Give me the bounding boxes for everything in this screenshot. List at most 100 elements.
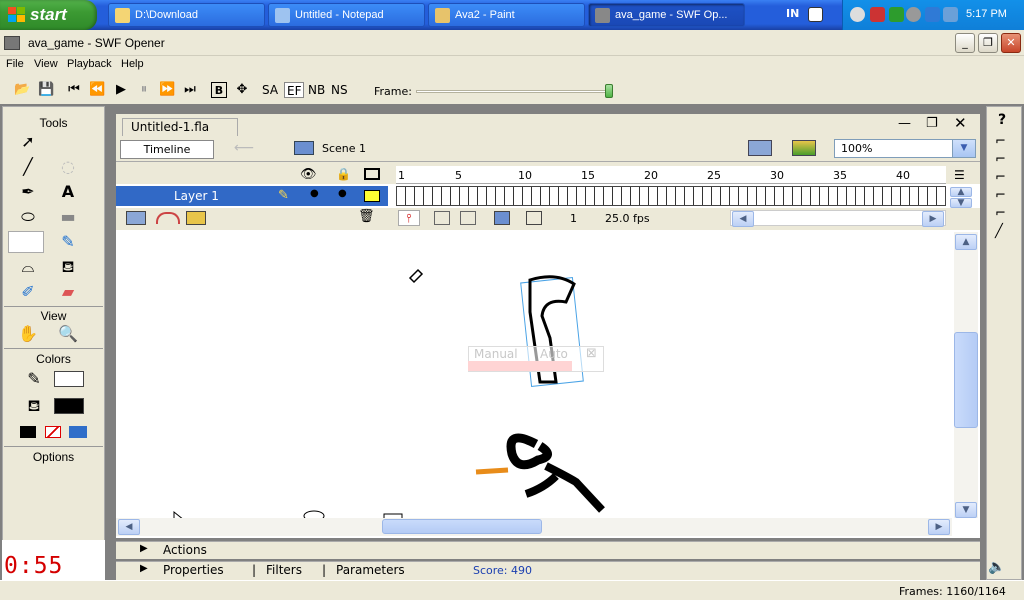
layer-color-icon[interactable]	[364, 190, 380, 202]
actions-panel[interactable]	[116, 541, 980, 559]
phone-icon[interactable]	[943, 7, 958, 22]
onion-outline-icon[interactable]	[460, 211, 476, 225]
doc-close-icon[interactable]: ✕	[954, 114, 967, 132]
antivirus-icon[interactable]	[889, 7, 904, 22]
question-icon[interactable]: ?	[998, 112, 1006, 128]
blade-icon[interactable]: ╱	[995, 224, 1003, 239]
vscroll-thumb[interactable]	[954, 332, 978, 428]
arrow-tool-icon[interactable]: ➚	[16, 131, 40, 153]
filters-tab[interactable]: Filters	[266, 563, 302, 577]
scroll-right-icon[interactable]: ▶	[928, 519, 950, 535]
text-tool-icon[interactable]: A	[56, 181, 80, 203]
rifle-icon[interactable]: ⌐	[995, 152, 1006, 167]
monitor-icon[interactable]	[925, 7, 940, 22]
pause-icon[interactable]: ⏸	[136, 82, 152, 98]
swap-colors-icon[interactable]	[69, 426, 87, 438]
fit-icon[interactable]: ✥	[234, 82, 250, 98]
close-icon[interactable]: ⊠	[586, 346, 597, 361]
zoom-tool-icon[interactable]: 🔍	[56, 323, 80, 345]
speaker-icon[interactable]: 🔈	[988, 559, 1005, 575]
nb-button[interactable]: NB	[308, 82, 325, 98]
menu-help[interactable]: Help	[121, 58, 144, 70]
lasso-tool-icon[interactable]: ◌	[56, 156, 80, 178]
timeline-menu-icon[interactable]: ☰	[954, 168, 965, 182]
document-tab[interactable]: Untitled-1.fla	[122, 118, 238, 136]
help-icon[interactable]	[808, 7, 823, 22]
edit-scene-icon[interactable]	[748, 140, 772, 156]
last-frame-icon[interactable]: ⏭	[182, 82, 198, 98]
menu-file[interactable]: File	[6, 58, 24, 70]
oval-tool-icon[interactable]: ⬭	[16, 206, 40, 228]
no-color-icon[interactable]	[45, 426, 61, 438]
app-icon[interactable]	[4, 36, 20, 50]
bookmark-icon[interactable]: B	[211, 82, 227, 98]
layer-row[interactable]	[116, 186, 388, 206]
rectangle-tool-icon[interactable]: ▬	[56, 206, 80, 228]
expand-properties-icon[interactable]: ▶	[140, 563, 148, 574]
timeline-button[interactable]: Timeline	[120, 140, 214, 159]
parameters-tab[interactable]: Parameters	[336, 563, 405, 577]
eyedropper-icon[interactable]: ✐	[16, 281, 40, 303]
shotgun-icon[interactable]: ⌐	[995, 170, 1006, 185]
ns-button[interactable]: NS	[331, 82, 348, 98]
update-icon[interactable]	[906, 7, 921, 22]
start-button[interactable]: start	[0, 0, 97, 30]
close-button[interactable]: ✕	[1001, 33, 1021, 53]
taskbar-item-download[interactable]: D:\Download	[108, 3, 265, 27]
pencil-tool-icon[interactable]	[8, 231, 44, 253]
auto-label[interactable]: Auto	[540, 347, 568, 361]
playback-mode-overlay[interactable]: Manual Auto ⊠	[468, 346, 604, 372]
edit-multiple-icon[interactable]	[494, 211, 510, 225]
menu-playback[interactable]: Playback	[67, 58, 112, 70]
scroll-up-icon[interactable]: ▲	[955, 234, 977, 250]
default-colors-icon[interactable]	[20, 426, 36, 438]
open-icon[interactable]: 📂	[14, 82, 30, 98]
edit-symbol-icon[interactable]	[792, 140, 816, 156]
save-icon[interactable]: 💾	[38, 82, 54, 98]
pen-tool-icon[interactable]: ✒	[16, 181, 40, 203]
language-indicator[interactable]: IN	[786, 7, 799, 20]
line-tool-icon[interactable]: ╱	[16, 156, 40, 178]
brush-tool-icon[interactable]: ✎	[56, 231, 80, 253]
doc-restore-icon[interactable]: ❐	[926, 116, 938, 131]
paint-bucket-icon[interactable]: ⛾	[56, 256, 80, 278]
ink-bottle-icon[interactable]: ⌓	[16, 256, 40, 278]
taskbar-item-notepad[interactable]: Untitled - Notepad	[268, 3, 425, 27]
timeline-frames[interactable]	[396, 186, 946, 206]
forward-icon[interactable]: ⏩	[159, 82, 175, 98]
ef-button[interactable]: EF	[284, 82, 305, 98]
modify-onion-icon[interactable]	[526, 211, 542, 225]
chevron-down-icon[interactable]: ▼	[952, 140, 975, 157]
timeline-hscroll[interactable]	[730, 210, 946, 226]
actions-label[interactable]: Actions	[163, 543, 207, 557]
frame-slider-track[interactable]	[416, 90, 612, 93]
insert-layer-icon[interactable]	[126, 211, 146, 225]
sa-button[interactable]: SA	[262, 82, 278, 98]
taskbar-item-paint[interactable]: Ava2 - Paint	[428, 3, 585, 27]
scroll-up-icon[interactable]: ▲	[950, 187, 972, 197]
scroll-right-icon[interactable]: ▶	[922, 211, 944, 227]
fill-color-icon[interactable]: ⛾	[22, 395, 46, 417]
clock[interactable]: 5:17 PM	[966, 8, 1007, 20]
scroll-left-icon[interactable]: ◀	[732, 211, 754, 227]
menu-view[interactable]: View	[34, 58, 58, 70]
layer-name[interactable]: Layer 1	[174, 189, 219, 203]
stroke-color-icon[interactable]: ✎	[22, 368, 46, 390]
play-icon[interactable]: ▶	[113, 82, 129, 98]
onion-skin-icon[interactable]	[434, 211, 450, 225]
center-frame-icon[interactable]: ⫯	[398, 210, 420, 226]
properties-panel[interactable]	[116, 561, 980, 580]
properties-tab[interactable]: Properties	[163, 563, 224, 577]
visibility-dot-icon[interactable]: ●	[310, 188, 319, 199]
taskbar-item-swf-opener[interactable]: ava_game - SWF Op...	[588, 3, 745, 27]
eye-icon[interactable]: 👁	[300, 167, 317, 182]
scroll-down-icon[interactable]: ▼	[950, 198, 972, 208]
eraser-icon[interactable]: ▰	[56, 281, 80, 303]
hscroll-thumb[interactable]	[382, 519, 542, 534]
launcher-icon[interactable]: ⌐	[995, 188, 1006, 203]
back-arrow-icon[interactable]: ⟵	[234, 140, 254, 156]
manual-label[interactable]: Manual	[474, 347, 518, 361]
first-frame-icon[interactable]: ⏮	[66, 82, 82, 98]
trash-icon[interactable]: 🗑	[358, 209, 375, 224]
stroke-color-swatch[interactable]	[54, 371, 84, 387]
